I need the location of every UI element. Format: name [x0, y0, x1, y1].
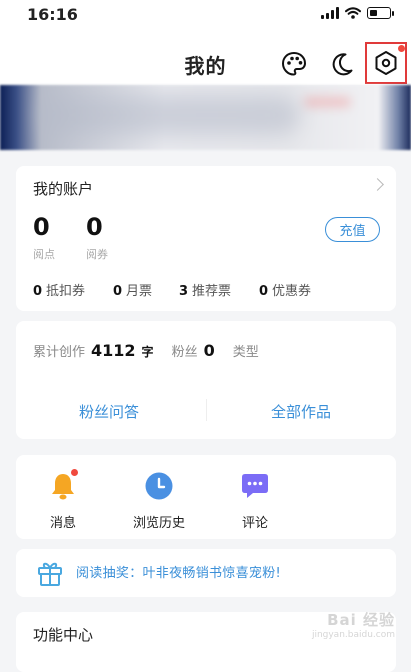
divider: [206, 399, 207, 421]
function-center-title: 功能中心: [33, 626, 94, 644]
account-card[interactable]: 我的账户 0 阅点 0 阅券 充值 0 抵扣券 0 月票 3 推荐票 0 优惠券: [16, 166, 396, 311]
messages-shortcut[interactable]: 消息: [23, 469, 103, 531]
shortcuts-card: 消息 浏览历史 评论: [16, 455, 396, 539]
total-creation-label: 累计创作: [33, 345, 86, 360]
message-badge: [71, 469, 78, 476]
promo-banner[interactable]: 阅读抽奖：叶非夜畅销书惊喜宠粉!: [16, 549, 396, 597]
creator-card: 累计创作 4112 字 粉丝 0 类型 粉丝问答 全部作品: [16, 321, 396, 439]
type-label: 类型: [232, 345, 259, 360]
fan-qa-button[interactable]: 粉丝问答: [79, 401, 139, 422]
fans-label: 粉丝: [171, 345, 198, 360]
browse-history-shortcut[interactable]: 浏览历史: [119, 469, 199, 531]
palette-icon: [281, 51, 307, 76]
total-creation-value: 4112: [91, 341, 136, 360]
comment-icon: [242, 474, 268, 498]
status-icons: [321, 7, 394, 19]
settings-button[interactable]: [365, 42, 407, 84]
browse-history-label: 浏览历史: [132, 516, 185, 531]
comments-shortcut[interactable]: 评论: [215, 469, 295, 531]
clock-icon: [145, 472, 173, 500]
notification-dot: [398, 45, 405, 52]
night-mode-button[interactable]: [326, 48, 358, 80]
moon-icon: [332, 53, 353, 76]
creation-stats: 累计创作 4112 字 粉丝 0 类型: [33, 341, 259, 360]
chevron-right-icon: [371, 178, 384, 191]
messages-label: 消息: [49, 516, 76, 531]
fans-value: 0: [203, 341, 215, 360]
comments-label: 评论: [241, 516, 268, 531]
profile-badge-blurred: [305, 97, 350, 107]
stat-deduction-coupon[interactable]: 0 抵扣券: [33, 280, 85, 299]
watermark: Bai 经验 jingyan.baidu.com: [312, 609, 395, 640]
all-works-button[interactable]: 全部作品: [271, 401, 331, 422]
promo-text: 阅读抽奖：叶非夜畅销书惊喜宠粉!: [76, 566, 282, 581]
status-bar: 16:16: [0, 0, 411, 30]
battery-icon: [367, 7, 394, 19]
total-creation-unit: 字: [141, 345, 154, 359]
reading-points-value: 0: [33, 213, 50, 241]
stat-discount-coupon[interactable]: 0 优惠券: [259, 280, 311, 299]
theme-palette-button[interactable]: [278, 48, 310, 80]
cellular-signal-icon: [321, 7, 339, 19]
account-title: 我的账户: [33, 180, 94, 198]
vouchers-value: 0: [86, 213, 103, 241]
wifi-icon: [345, 7, 361, 19]
stat-recommend-ticket[interactable]: 3 推荐票: [179, 280, 231, 299]
status-time: 16:16: [27, 5, 78, 24]
watermark-url: jingyan.baidu.com: [311, 630, 395, 640]
vouchers-label: 阅券: [86, 248, 108, 261]
gift-icon: [38, 562, 62, 586]
profile-info-blurred: [40, 95, 300, 135]
recharge-button[interactable]: 充值: [325, 217, 380, 242]
stat-monthly-ticket[interactable]: 0 月票: [113, 280, 152, 299]
reading-points-label: 阅点: [33, 248, 55, 261]
watermark-text: Bai 经验: [327, 611, 395, 629]
header: 我的: [0, 30, 411, 85]
settings-hexagon-icon: [375, 51, 397, 75]
profile-banner[interactable]: [0, 85, 411, 150]
